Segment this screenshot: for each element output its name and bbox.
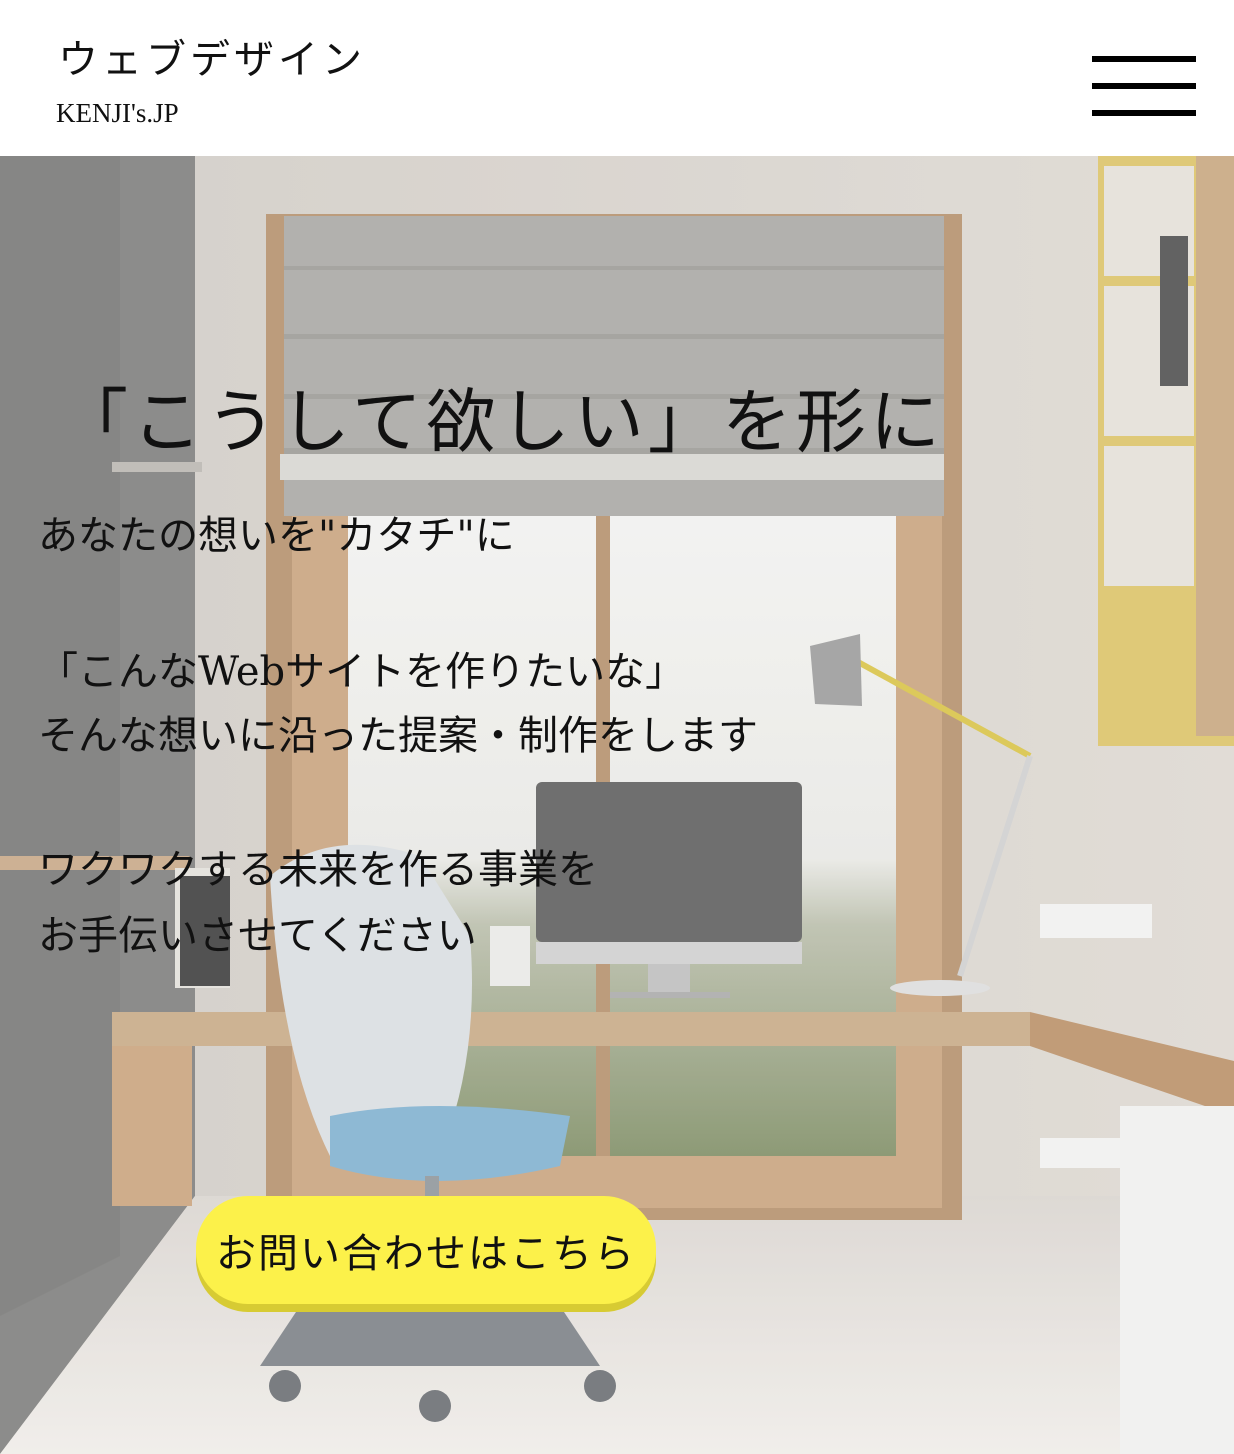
hamburger-menu-icon[interactable] xyxy=(1090,56,1198,120)
menu-bar-middle xyxy=(1092,83,1196,89)
hero-line-5: お手伝いさせてください xyxy=(38,913,477,959)
site-subtitle: KENJI's.JP xyxy=(56,98,179,128)
hero-section: 「こうして欲しい」を形に あなたの想いを"カタチ"に 「こんなWebサイトを作り… xyxy=(0,156,1234,1454)
hero-headline: 「こうして欲しい」を形に xyxy=(58,381,944,463)
menu-bar-top xyxy=(1092,56,1196,62)
hero-line-3: そんな想いに沿った提案・制作をします xyxy=(38,713,758,759)
hero-line-1: あなたの想いを"カタチ"に xyxy=(38,513,515,559)
site-title[interactable]: ウェブデザイン xyxy=(58,38,366,82)
site-header: ウェブデザイン KENJI's.JP xyxy=(0,0,1234,156)
contact-button[interactable]: お問い合わせはこちら xyxy=(196,1196,656,1304)
hero-line-4: ワクワクする未来を作る事業を xyxy=(38,847,598,893)
menu-bar-bottom xyxy=(1092,110,1196,116)
hero-line-2: 「こんなWebサイトを作りたいな」 xyxy=(38,649,686,695)
